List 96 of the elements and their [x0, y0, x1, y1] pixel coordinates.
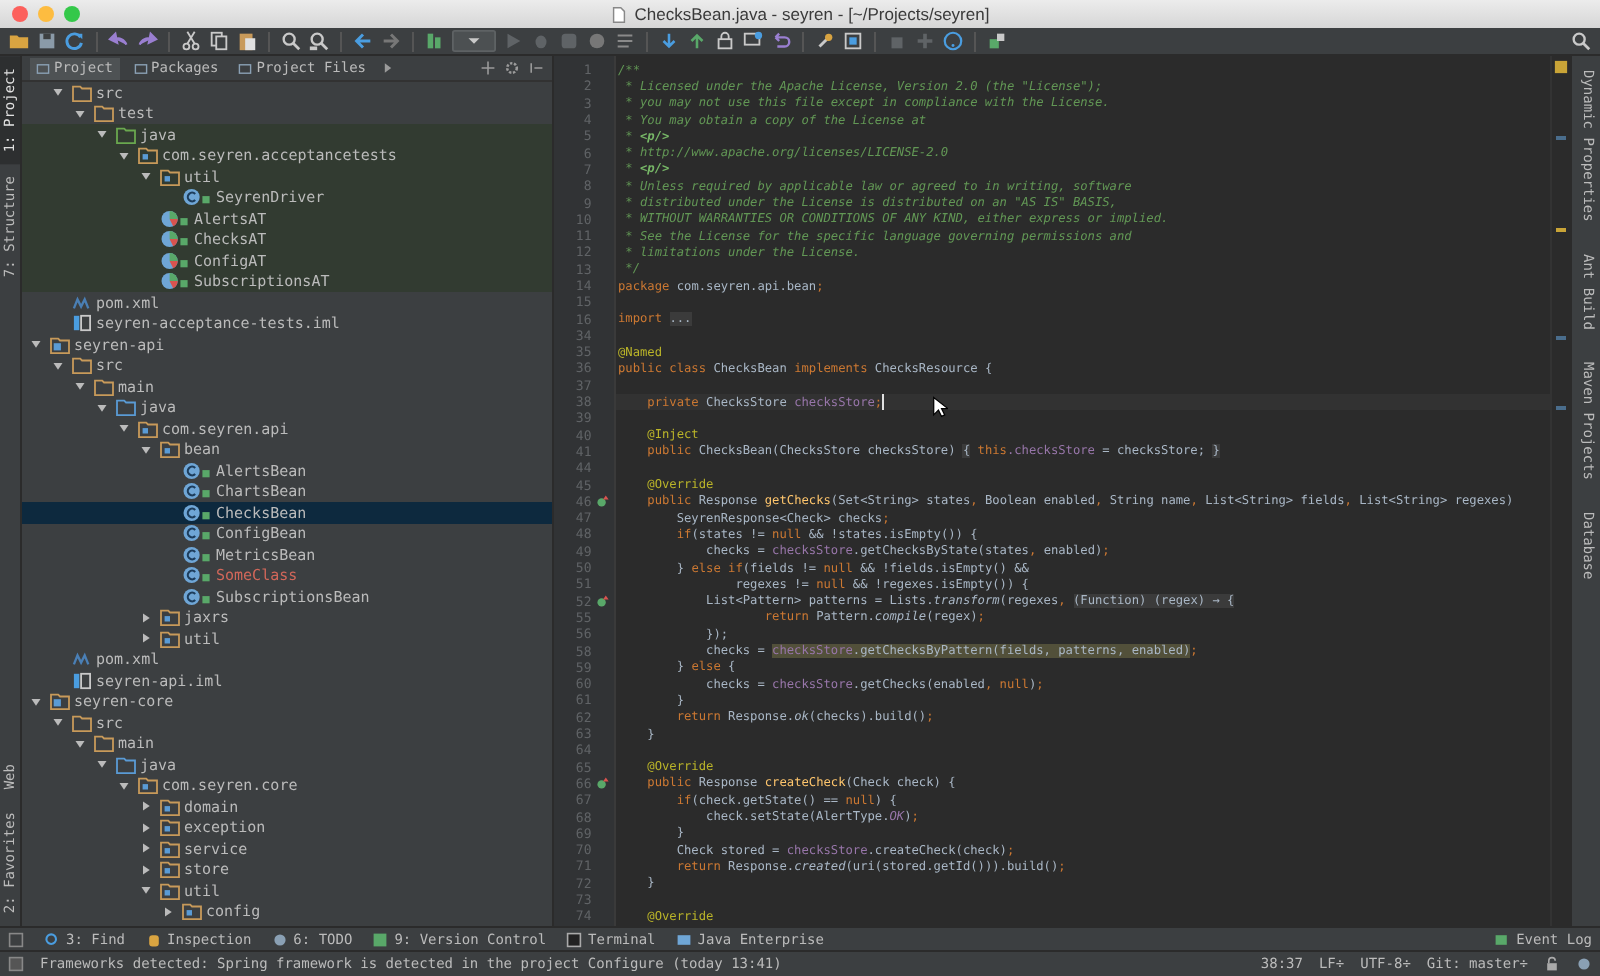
expand-arrow-icon[interactable]: [30, 695, 42, 708]
test-class-icon: [160, 251, 190, 270]
analysis-status-icon[interactable]: [1554, 60, 1568, 74]
package-icon: [138, 419, 158, 438]
package-icon: [160, 440, 180, 459]
implements-icon[interactable]: [595, 776, 610, 791]
package-icon: [160, 797, 180, 816]
copy-icon[interactable]: [208, 30, 230, 52]
monitor-icon[interactable]: [742, 30, 764, 52]
revert-icon[interactable]: [770, 30, 792, 52]
expand-arrow-icon[interactable]: [52, 359, 64, 372]
package-icon: [160, 818, 180, 837]
expand-arrow-icon[interactable]: [74, 380, 86, 393]
warning-marker[interactable]: [1556, 228, 1566, 232]
change-marker[interactable]: [1556, 336, 1566, 340]
class-icon: [182, 503, 212, 522]
class-icon: [182, 587, 212, 606]
expand-arrow-icon[interactable]: [52, 716, 64, 729]
expand-arrow-icon[interactable]: [140, 884, 152, 897]
class-icon: [182, 566, 212, 585]
view-icon: [238, 61, 253, 75]
vcs-commit-icon[interactable]: [686, 30, 708, 52]
view-icon: [133, 61, 148, 75]
stop-icon[interactable]: [586, 30, 608, 52]
help-icon[interactable]: [942, 30, 964, 52]
expand-arrow-icon[interactable]: [140, 842, 152, 855]
expand-arrow-icon[interactable]: [162, 905, 174, 918]
maven-file-icon: [72, 650, 92, 669]
module-file-icon: [72, 314, 92, 333]
settings-icon[interactable]: [504, 60, 520, 76]
package-icon: [160, 629, 180, 648]
package-icon: [138, 776, 158, 795]
implements-icon[interactable]: [595, 594, 610, 609]
expand-arrow-icon[interactable]: [118, 422, 130, 435]
package-icon: [160, 608, 180, 627]
expand-arrow-icon[interactable]: [118, 779, 130, 792]
hide-panel-icon[interactable]: [528, 60, 544, 76]
paste-icon[interactable]: [236, 30, 258, 52]
mouse-pointer-icon: [932, 395, 948, 418]
search-icon[interactable]: [1570, 30, 1592, 52]
class-icon: [182, 545, 212, 564]
expand-arrow-icon[interactable]: [74, 737, 86, 750]
view-icon: [36, 61, 50, 75]
expand-arrow-icon[interactable]: [140, 800, 152, 813]
class-icon: [182, 188, 212, 207]
vcs-update-icon[interactable]: [658, 30, 680, 52]
cut-icon[interactable]: [180, 30, 202, 52]
expand-arrow-icon[interactable]: [380, 60, 397, 76]
search-icon[interactable]: [280, 30, 302, 52]
package-icon: [160, 839, 180, 858]
change-marker[interactable]: [1556, 406, 1566, 410]
expand-arrow-icon[interactable]: [74, 107, 86, 120]
file-icon: [610, 5, 629, 23]
implements-icon[interactable]: [595, 494, 610, 509]
expand-arrow-icon[interactable]: [140, 863, 152, 876]
expand-arrow-icon[interactable]: [140, 632, 152, 645]
expand-arrow-icon[interactable]: [140, 170, 152, 183]
expand-arrow-icon[interactable]: [30, 338, 42, 351]
package-icon: [160, 167, 180, 186]
module-icon: [50, 335, 70, 354]
test-class-icon: [160, 230, 190, 249]
expand-arrow-icon[interactable]: [96, 401, 108, 414]
expand-arrow-icon[interactable]: [118, 149, 130, 162]
class-icon: [182, 524, 212, 543]
module-file-icon: [72, 671, 92, 690]
text-caret: [882, 394, 885, 411]
class-icon: [182, 461, 212, 480]
lock-icon[interactable]: [714, 30, 736, 52]
crosshair-icon[interactable]: [480, 60, 496, 76]
test-class-icon: [160, 272, 190, 291]
save-icon[interactable]: [36, 30, 58, 52]
maven-file-icon: [72, 293, 92, 312]
forward-icon[interactable]: [380, 30, 402, 52]
expand-arrow-icon[interactable]: [96, 758, 108, 771]
test-class-icon: [160, 209, 190, 228]
lock-icon[interactable]: [1544, 956, 1560, 972]
search-icon: [44, 931, 60, 947]
structure-icon[interactable]: [842, 30, 864, 52]
package-icon: [160, 881, 180, 900]
expand-arrow-icon[interactable]: [140, 611, 152, 624]
package-icon: [138, 146, 158, 165]
class-icon: [182, 482, 212, 501]
replace-icon[interactable]: [308, 30, 330, 52]
sync-icon[interactable]: [64, 30, 86, 52]
back-icon[interactable]: [352, 30, 374, 52]
package-icon: [182, 902, 202, 921]
expand-arrow-icon[interactable]: [96, 128, 108, 141]
package-icon: [160, 860, 180, 879]
run-configuration-dropdown[interactable]: [452, 30, 496, 52]
expand-arrow-icon[interactable]: [52, 86, 64, 99]
list-icon[interactable]: [614, 30, 636, 52]
change-marker[interactable]: [1556, 136, 1566, 140]
window-title: ChecksBean.java - seyren - [~/Projects/seyren]: [634, 4, 990, 24]
expand-arrow-icon[interactable]: [140, 443, 152, 456]
expand-arrow-icon[interactable]: [140, 821, 152, 834]
module-icon: [50, 692, 70, 711]
